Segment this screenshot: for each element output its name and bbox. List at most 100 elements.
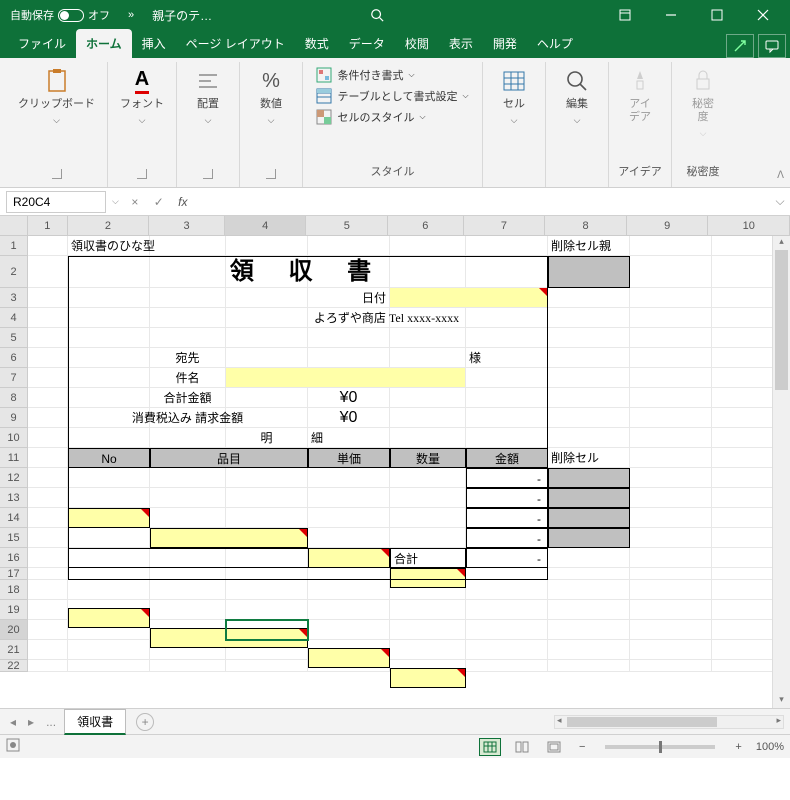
scroll-right-icon[interactable]: ▸ [776, 715, 781, 726]
tab-view[interactable]: 表示 [439, 29, 483, 58]
cell[interactable] [226, 468, 308, 488]
cell[interactable] [630, 448, 712, 468]
zoom-in-button[interactable]: + [731, 741, 745, 753]
cell[interactable] [308, 508, 390, 528]
cell[interactable] [226, 568, 308, 580]
cell[interactable]: 細 [308, 428, 390, 448]
cell[interactable] [466, 388, 548, 408]
cell[interactable] [630, 488, 712, 508]
row-header[interactable]: 14 [0, 508, 28, 528]
cell[interactable] [548, 288, 630, 308]
row-header[interactable]: 11 [0, 448, 28, 468]
cell[interactable] [28, 528, 68, 548]
dialog-launcher-icon[interactable] [203, 169, 213, 179]
cell[interactable] [466, 600, 548, 620]
cell[interactable] [548, 528, 630, 548]
cell[interactable]: 様 [466, 348, 548, 368]
row-header[interactable]: 20 [0, 620, 28, 640]
cell[interactable] [28, 448, 68, 468]
row-header[interactable]: 2 [0, 256, 28, 288]
page-break-view-button[interactable] [543, 738, 565, 756]
row-header[interactable]: 8 [0, 388, 28, 408]
cell[interactable] [630, 388, 712, 408]
page-layout-view-button[interactable] [511, 738, 533, 756]
qat-overflow[interactable]: » [128, 9, 134, 21]
scroll-left-icon[interactable]: ◂ [557, 715, 562, 726]
cell[interactable] [68, 568, 150, 580]
cell[interactable] [28, 508, 68, 528]
cell[interactable] [466, 236, 548, 256]
cell[interactable] [630, 640, 712, 660]
collapse-ribbon-icon[interactable]: ᐱ [777, 170, 784, 181]
cell[interactable] [308, 236, 390, 256]
cell[interactable] [226, 288, 308, 308]
cell[interactable] [548, 640, 630, 660]
cell[interactable] [630, 328, 712, 348]
cell[interactable] [308, 648, 390, 668]
column-header[interactable]: 9 [627, 216, 709, 235]
cell[interactable] [28, 580, 68, 600]
cell[interactable] [390, 388, 466, 408]
cell[interactable]: 明 [226, 428, 308, 448]
cell[interactable] [68, 528, 150, 548]
cancel-formula-button[interactable]: × [123, 191, 147, 213]
column-header[interactable]: 7 [464, 216, 546, 235]
cell[interactable] [28, 288, 68, 308]
cell[interactable] [68, 348, 150, 368]
formula-input[interactable] [195, 199, 770, 205]
cell[interactable]: 宛先 [150, 348, 226, 368]
vertical-scrollbar[interactable]: ▴ ▾ [772, 236, 790, 708]
row-header[interactable]: 9 [0, 408, 28, 428]
cell[interactable] [226, 368, 466, 388]
name-box[interactable] [6, 191, 106, 213]
ideas-button[interactable]: アイ デア [617, 66, 663, 126]
cell[interactable] [548, 408, 630, 428]
cell[interactable] [226, 580, 308, 600]
cell[interactable]: 領 収 書 [68, 256, 548, 288]
dialog-launcher-icon[interactable] [52, 169, 62, 179]
tab-help[interactable]: ヘルプ [527, 29, 583, 58]
cell[interactable]: 品目 [150, 448, 308, 468]
cell[interactable] [68, 308, 150, 328]
cell[interactable] [68, 508, 150, 528]
cell[interactable] [68, 580, 150, 600]
cells-button[interactable]: セル⌵ [491, 66, 537, 128]
clipboard-button[interactable]: クリップボード⌵ [14, 66, 99, 128]
conditional-formatting-button[interactable]: 条件付き書式 ⌵ [314, 66, 470, 84]
cell[interactable] [548, 488, 630, 508]
cell[interactable]: No [68, 448, 150, 468]
row-header[interactable]: 3 [0, 288, 28, 308]
cell[interactable] [68, 468, 150, 488]
cell[interactable] [630, 468, 712, 488]
cell[interactable] [28, 408, 68, 428]
cell[interactable] [630, 600, 712, 620]
sensitivity-button[interactable]: 秘密 度⌵ [680, 66, 726, 141]
number-button[interactable]: %数値⌵ [248, 66, 294, 128]
cell[interactable] [548, 308, 630, 328]
zoom-level[interactable]: 100% [756, 741, 784, 753]
cell[interactable] [630, 308, 712, 328]
row-header[interactable]: 21 [0, 640, 28, 660]
column-header[interactable]: 1 [28, 216, 68, 235]
row-header[interactable]: 15 [0, 528, 28, 548]
cell[interactable] [68, 640, 150, 660]
cell[interactable] [630, 256, 712, 288]
cell[interactable] [308, 580, 390, 600]
cell[interactable] [226, 348, 308, 368]
scroll-thumb[interactable] [775, 250, 788, 390]
cell[interactable] [630, 288, 712, 308]
cell[interactable]: 消費税込み 請求金額 [68, 408, 308, 428]
row-header[interactable]: 4 [0, 308, 28, 328]
cell[interactable] [150, 308, 226, 328]
cell[interactable] [150, 660, 226, 672]
cell[interactable] [308, 328, 390, 348]
cell[interactable] [390, 668, 466, 688]
close-button[interactable] [740, 0, 786, 30]
cell[interactable] [150, 580, 226, 600]
cell[interactable] [226, 508, 308, 528]
editing-button[interactable]: 編集⌵ [554, 66, 600, 128]
add-sheet-button[interactable]: + [136, 713, 154, 731]
cell[interactable] [390, 508, 466, 528]
cell[interactable] [68, 328, 150, 348]
cell[interactable] [548, 600, 630, 620]
